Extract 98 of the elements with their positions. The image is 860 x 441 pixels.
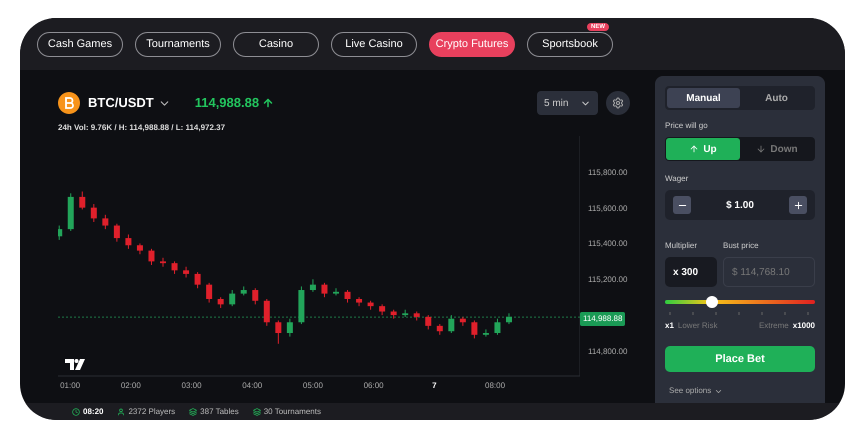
wager-field[interactable]: $ 1.00 <box>665 190 815 220</box>
settings-button[interactable] <box>606 91 630 115</box>
max-multiplier: x1000 <box>792 320 815 332</box>
candle <box>494 318 500 336</box>
user-icon <box>117 408 126 416</box>
candle <box>172 260 178 274</box>
wager-label: Wager <box>665 173 690 185</box>
candle <box>275 320 282 344</box>
plus-icon <box>792 200 804 210</box>
candle <box>436 324 443 336</box>
decrease-button[interactable] <box>673 196 691 214</box>
min-multiplier: x1 <box>665 320 674 332</box>
nav-tab[interactable]: Tournaments <box>135 32 221 57</box>
risk-slider[interactable] <box>665 296 815 308</box>
market-stats: 24h Vol: 9.76K / H: 114,988.88 / L: 114,972.37 <box>58 122 226 134</box>
candle <box>114 223 120 242</box>
candle <box>90 204 97 222</box>
current-price: 114,988.88 <box>194 94 260 112</box>
candle <box>390 309 397 320</box>
candle <box>356 296 362 307</box>
candle <box>160 257 166 268</box>
x-axis-label: 06:00 <box>364 380 384 392</box>
y-axis-label: 115,400.00 <box>588 238 628 250</box>
candle <box>448 314 454 334</box>
candle <box>229 290 236 307</box>
candle <box>379 304 386 316</box>
bust-price-field: $ 114,768.10 <box>723 257 815 287</box>
bitcoin-icon <box>58 92 80 114</box>
candle <box>368 300 374 310</box>
candle <box>425 314 432 330</box>
candle <box>148 248 154 266</box>
candle <box>402 309 408 318</box>
x-axis-label: 05:00 <box>302 380 323 392</box>
candle <box>471 320 478 339</box>
tournaments-count: 30 Tournaments <box>264 406 321 418</box>
candle <box>414 311 420 321</box>
nav-tab[interactable]: Casino <box>233 32 319 57</box>
mode-tab[interactable]: Manual <box>667 88 740 108</box>
tables-count: 387 Tables <box>200 406 239 418</box>
x-axis-label: 08:00 <box>485 380 506 392</box>
nav-tab[interactable]: Sportsbook <box>527 32 613 57</box>
candle <box>183 266 190 278</box>
max-risk-label: Extreme <box>758 320 789 332</box>
candle <box>252 288 258 305</box>
players-count: 2372 Players <box>128 406 176 418</box>
x-axis-label: 7 <box>432 380 437 392</box>
candle <box>79 191 86 210</box>
min-risk-label: Lower Risk <box>678 320 718 332</box>
candle <box>321 282 328 298</box>
arrow-up-icon <box>689 144 700 154</box>
tradingview-logo-icon <box>64 358 86 371</box>
direction-label: Price will go <box>665 120 709 132</box>
candle <box>482 328 489 338</box>
y-axis-label: 115,600.00 <box>588 202 628 215</box>
candle <box>286 318 293 338</box>
mode-tab[interactable]: Auto <box>740 88 813 108</box>
bust-price-label: Bust price <box>723 240 760 252</box>
increase-button[interactable] <box>789 196 807 214</box>
clock-icon <box>72 408 80 416</box>
candle <box>460 316 466 326</box>
settings-icon <box>612 97 624 109</box>
candle <box>218 296 224 308</box>
see-options-link[interactable]: See options <box>669 385 815 397</box>
candle <box>333 288 339 296</box>
candle <box>136 242 143 255</box>
x-axis-label: 01:00 <box>60 380 80 392</box>
candle <box>206 282 212 304</box>
candle <box>264 298 270 326</box>
arrow-up-icon <box>262 97 274 109</box>
wager-value: $ 1.00 <box>726 198 754 212</box>
arrow-down-icon <box>756 144 766 154</box>
interval-select[interactable]: 5 min <box>537 91 598 115</box>
y-axis-label: 115,800.00 <box>588 166 628 179</box>
candle <box>240 286 247 296</box>
candle <box>194 272 201 289</box>
x-axis-label: 03:00 <box>182 380 202 392</box>
x-axis-label: 02:00 <box>120 380 141 392</box>
server-time: 08:20 <box>83 406 104 418</box>
multiplier-label: Multiplier <box>665 240 698 252</box>
x-axis-label: 04:00 <box>242 380 262 392</box>
price-tag: 114,988.88 <box>580 312 626 326</box>
nav-tab[interactable]: Crypto Futures <box>429 32 515 57</box>
candle <box>68 192 74 232</box>
candle <box>310 278 316 292</box>
slider-thumb[interactable] <box>706 296 718 308</box>
direction-button[interactable]: Down <box>740 138 814 160</box>
y-axis-label: 114,800.00 <box>588 346 628 358</box>
nav-tab[interactable]: Live Casino <box>331 32 417 57</box>
candle <box>298 286 304 325</box>
multiplier-field[interactable]: x 300 <box>665 257 717 287</box>
y-axis-label: 115,200.00 <box>588 274 628 286</box>
candle <box>506 312 512 325</box>
candle <box>102 214 108 230</box>
nav-tab[interactable]: Cash Games <box>37 32 123 57</box>
pair-selector[interactable]: BTC/USDT <box>88 93 171 113</box>
candle <box>344 290 351 304</box>
candle <box>125 234 132 250</box>
candle <box>58 225 62 240</box>
